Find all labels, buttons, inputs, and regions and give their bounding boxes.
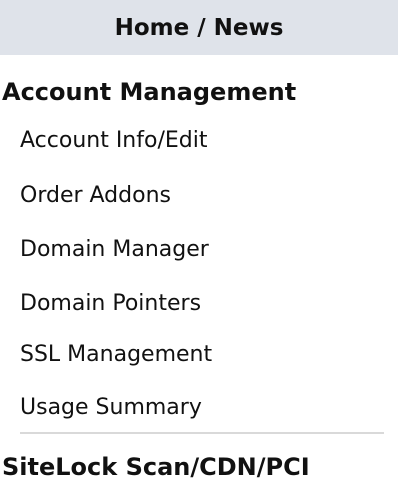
menu-item-ssl-management[interactable]: SSL Management	[20, 342, 212, 367]
menu-item-account-info-edit[interactable]: Account Info/Edit	[20, 128, 207, 153]
side-menu: Home / News Account Management Account I…	[0, 0, 402, 489]
menu-item-order-addons[interactable]: Order Addons	[20, 183, 171, 208]
section-account-management: Account Management	[2, 78, 297, 106]
home-news-label: Home / News	[114, 14, 284, 41]
menu-item-domain-pointers[interactable]: Domain Pointers	[20, 291, 201, 316]
menu-item-usage-summary[interactable]: Usage Summary	[20, 395, 202, 420]
menu-item-domain-manager[interactable]: Domain Manager	[20, 237, 209, 262]
section-sitelock[interactable]: SiteLock Scan/CDN/PCI	[2, 453, 310, 481]
section-divider	[20, 432, 384, 434]
home-news-link[interactable]: Home / News	[0, 0, 398, 55]
